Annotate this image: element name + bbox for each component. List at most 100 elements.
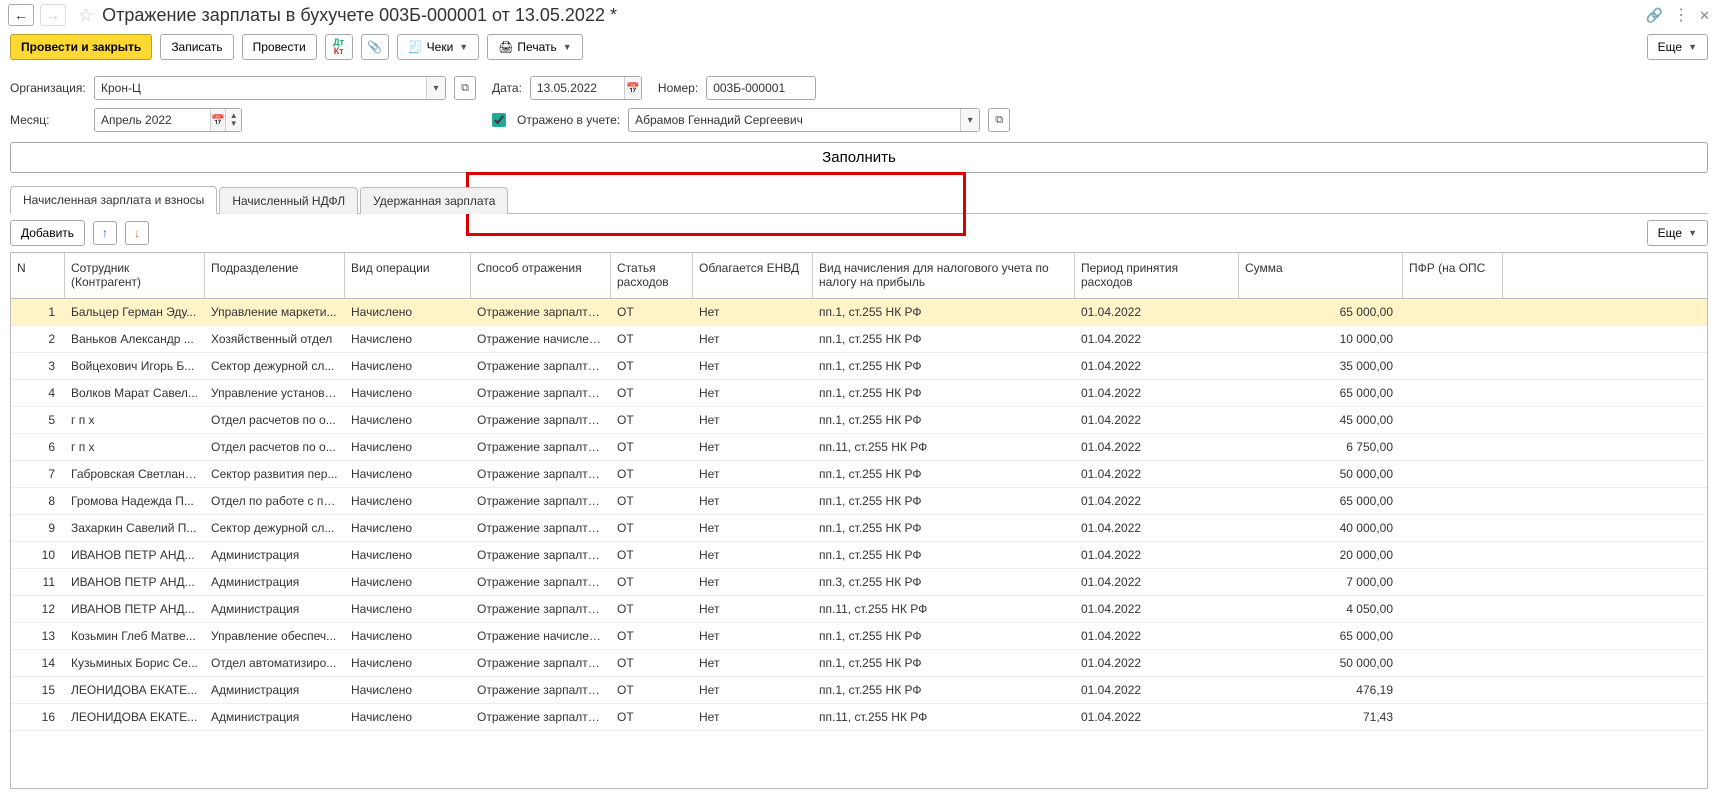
table-row[interactable]: 7Габровская Светлана...Сектор развития п… xyxy=(11,461,1707,488)
nav-back-button[interactable]: ← xyxy=(8,4,34,26)
date-input[interactable] xyxy=(531,77,624,99)
paperclip-icon xyxy=(367,40,382,54)
tab-accrued-salary[interactable]: Начисленная зарплата и взносы xyxy=(10,186,217,214)
cell-envd: Нет xyxy=(693,407,813,433)
cell-department: Администрация xyxy=(205,677,345,703)
cell-department: Сектор дежурной сл... xyxy=(205,353,345,379)
table-row[interactable]: 11ИВАНОВ ПЕТР АНД...АдминистрацияНачисле… xyxy=(11,569,1707,596)
col-cost-article[interactable]: Статья расходов xyxy=(611,253,693,298)
cell-n: 4 xyxy=(11,380,65,406)
organization-input[interactable] xyxy=(95,77,426,99)
cell-tax-accrual: пп.1, ст.255 НК РФ xyxy=(813,326,1075,352)
reflected-dropdown-button[interactable]: ▾ xyxy=(960,109,979,131)
col-period[interactable]: Период принятия расходов xyxy=(1075,253,1239,298)
col-employee[interactable]: Сотрудник (Контрагент) xyxy=(65,253,205,298)
more-vertical-icon[interactable] xyxy=(1673,5,1689,25)
grid-more-button[interactable]: Еще▼ xyxy=(1647,220,1708,246)
table-row[interactable]: 15ЛЕОНИДОВА ЕКАТЕ...АдминистрацияНачисле… xyxy=(11,677,1707,704)
reflected-checkbox[interactable] xyxy=(492,113,506,127)
cell-reflection: Отражение зарпалты... xyxy=(471,677,611,703)
nav-forward-button[interactable]: → xyxy=(40,4,66,26)
cell-period: 01.04.2022 xyxy=(1075,488,1239,514)
table-row[interactable]: 9Захаркин Савелий П...Сектор дежурной сл… xyxy=(11,515,1707,542)
cell-envd: Нет xyxy=(693,380,813,406)
dt-kt-button[interactable]: ДтКт xyxy=(325,34,353,60)
table-row[interactable]: 3Войцехович Игорь Б...Сектор дежурной сл… xyxy=(11,353,1707,380)
fill-button[interactable]: Заполнить xyxy=(10,142,1708,173)
post-and-close-button[interactable]: Провести и закрыть xyxy=(10,34,152,60)
cell-envd: Нет xyxy=(693,569,813,595)
cell-pfr xyxy=(1403,569,1503,595)
organization-label: Организация: xyxy=(10,81,86,95)
table-row[interactable]: 8Громова Надежда П...Отдел по работе с п… xyxy=(11,488,1707,515)
col-tax-accrual[interactable]: Вид начисления для налогового учета по н… xyxy=(813,253,1075,298)
checks-button[interactable]: Чеки▼ xyxy=(397,34,480,60)
month-spin-button[interactable]: ▲▼ xyxy=(225,109,241,131)
cell-cost-article: ОТ xyxy=(611,380,693,406)
reflected-input[interactable] xyxy=(629,109,960,131)
col-pfr[interactable]: ПФР (на ОПС xyxy=(1403,253,1503,298)
cell-pfr xyxy=(1403,461,1503,487)
cell-employee: Козьмин Глеб Матве... xyxy=(65,623,205,649)
cell-n: 11 xyxy=(11,569,65,595)
cell-operation: Начислено xyxy=(345,326,471,352)
move-down-button[interactable]: ↓ xyxy=(125,221,149,245)
move-up-button[interactable]: ↑ xyxy=(93,221,117,245)
favorite-star-icon[interactable]: ☆ xyxy=(78,5,94,26)
date-calendar-button[interactable] xyxy=(624,77,641,99)
number-input[interactable] xyxy=(707,77,815,99)
cell-period: 01.04.2022 xyxy=(1075,596,1239,622)
cell-sum: 65 000,00 xyxy=(1239,299,1403,325)
post-button[interactable]: Провести xyxy=(242,34,317,60)
month-input[interactable] xyxy=(95,109,210,131)
save-button[interactable]: Записать xyxy=(160,34,233,60)
table-row[interactable]: 14Кузьминых Борис Се...Отдел автоматизир… xyxy=(11,650,1707,677)
link-icon[interactable] xyxy=(1646,7,1663,24)
attach-button[interactable] xyxy=(361,34,389,60)
col-envd[interactable]: Облагается ЕНВД xyxy=(693,253,813,298)
cell-period: 01.04.2022 xyxy=(1075,569,1239,595)
table-row[interactable]: 16ЛЕОНИДОВА ЕКАТЕ...АдминистрацияНачисле… xyxy=(11,704,1707,731)
month-calendar-button[interactable] xyxy=(210,109,226,131)
cell-sum: 65 000,00 xyxy=(1239,380,1403,406)
reflected-open-button[interactable] xyxy=(988,108,1010,132)
cell-tax-accrual: пп.1, ст.255 НК РФ xyxy=(813,380,1075,406)
add-row-button[interactable]: Добавить xyxy=(10,220,85,246)
col-operation[interactable]: Вид операции xyxy=(345,253,471,298)
print-button[interactable]: Печать▼ xyxy=(487,34,582,60)
table-header: N Сотрудник (Контрагент) Подразделение В… xyxy=(11,253,1707,299)
cell-tax-accrual: пп.1, ст.255 НК РФ xyxy=(813,623,1075,649)
cell-n: 3 xyxy=(11,353,65,379)
close-icon[interactable] xyxy=(1699,7,1710,24)
cell-department: Управление обеспеч... xyxy=(205,623,345,649)
col-reflection[interactable]: Способ отражения xyxy=(471,253,611,298)
col-n[interactable]: N xyxy=(11,253,65,298)
table-row[interactable]: 4Волков Марат Савел...Управление установ… xyxy=(11,380,1707,407)
col-department[interactable]: Подразделение xyxy=(205,253,345,298)
cell-department: Администрация xyxy=(205,704,345,730)
cell-tax-accrual: пп.1, ст.255 НК РФ xyxy=(813,299,1075,325)
col-sum[interactable]: Сумма xyxy=(1239,253,1403,298)
table-row[interactable]: 1Бальцер Герман Эду...Управление маркети… xyxy=(11,299,1707,326)
cell-employee: Захаркин Савелий П... xyxy=(65,515,205,541)
table-row[interactable]: 13Козьмин Глеб Матве...Управление обеспе… xyxy=(11,623,1707,650)
cell-sum: 35 000,00 xyxy=(1239,353,1403,379)
cell-period: 01.04.2022 xyxy=(1075,704,1239,730)
toolbar-more-button[interactable]: Еще▼ xyxy=(1647,34,1708,60)
organization-dropdown-button[interactable]: ▾ xyxy=(426,77,445,99)
tab-accrued-ndfl[interactable]: Начисленный НДФЛ xyxy=(219,187,358,214)
cell-operation: Начислено xyxy=(345,299,471,325)
table-row[interactable]: 6г п хОтдел расчетов по о...НачисленоОтр… xyxy=(11,434,1707,461)
cell-cost-article: ОТ xyxy=(611,299,693,325)
cell-n: 9 xyxy=(11,515,65,541)
organization-open-button[interactable] xyxy=(454,76,476,100)
table-row[interactable]: 5г п хОтдел расчетов по о...НачисленоОтр… xyxy=(11,407,1707,434)
cell-employee: ИВАНОВ ПЕТР АНД... xyxy=(65,569,205,595)
cell-department: Администрация xyxy=(205,596,345,622)
table-row[interactable]: 12ИВАНОВ ПЕТР АНД...АдминистрацияНачисле… xyxy=(11,596,1707,623)
cell-pfr xyxy=(1403,353,1503,379)
table-row[interactable]: 2Ваньков Александр ...Хозяйственный отде… xyxy=(11,326,1707,353)
cell-reflection: Отражение зарпалты... xyxy=(471,515,611,541)
tab-withheld-salary[interactable]: Удержанная зарплата xyxy=(360,187,508,214)
table-row[interactable]: 10ИВАНОВ ПЕТР АНД...АдминистрацияНачисле… xyxy=(11,542,1707,569)
